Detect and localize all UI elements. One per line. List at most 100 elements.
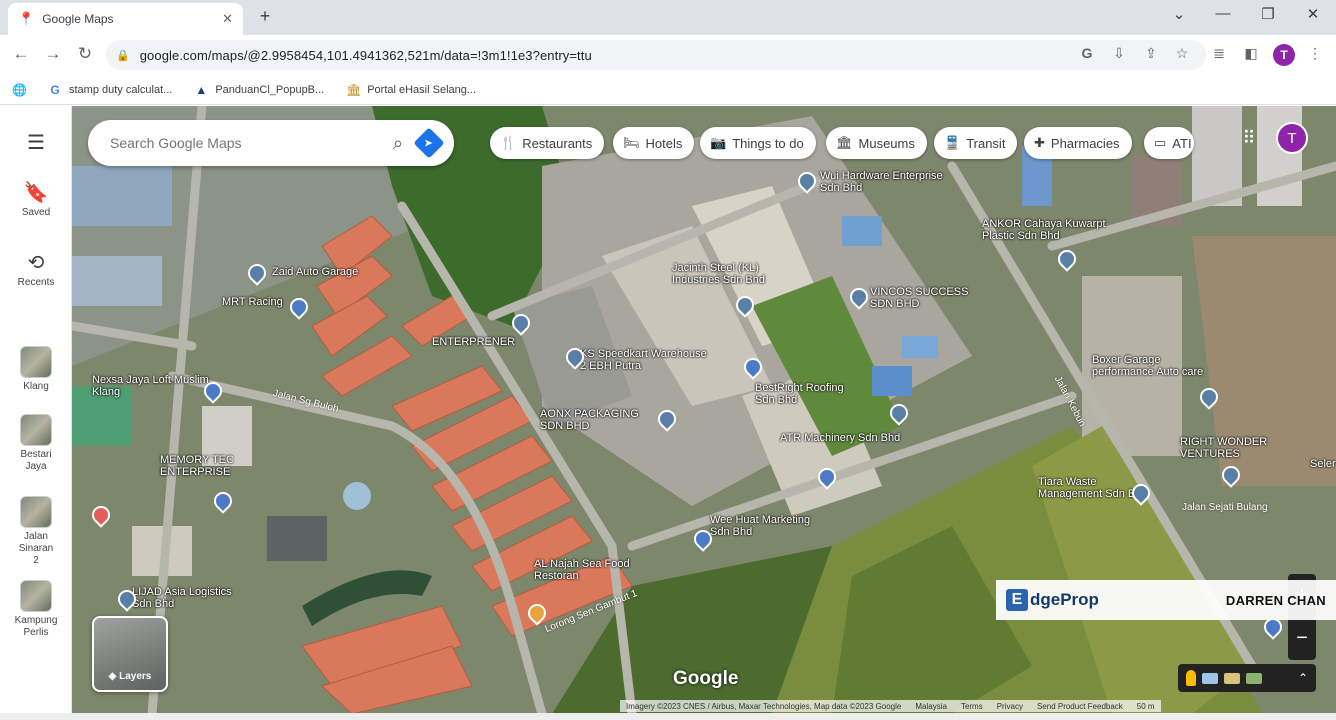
map-label[interactable]: ATR Machinery Sdn Bhd xyxy=(780,432,900,444)
map-attribution: Imagery ©2023 CNES / Airbus, Maxar Techn… xyxy=(620,700,1161,712)
place-label: Kampung Perlis xyxy=(14,615,58,638)
saved-button[interactable]: 🔖 Saved xyxy=(0,182,72,219)
google-icon: G xyxy=(50,82,60,97)
bookmark-item[interactable]: 🏛 Portal eHasil Selang... xyxy=(346,83,476,97)
search-box[interactable]: Search Google Maps ⌕ ➤ xyxy=(88,120,454,166)
street-view-bar: ⌃ xyxy=(1178,664,1316,692)
chip-label: Transit xyxy=(966,135,1006,151)
search-input[interactable]: Search Google Maps xyxy=(110,135,378,151)
zoom-out-button[interactable]: − xyxy=(1288,617,1316,660)
reload-icon[interactable]: ↻ xyxy=(74,44,96,64)
new-tab-button[interactable]: + xyxy=(254,6,276,27)
taskbar-edge xyxy=(0,713,1336,720)
install-app-icon[interactable]: ⇩ xyxy=(1108,45,1130,62)
expand-chevron-icon[interactable]: ⌃ xyxy=(1298,671,1308,685)
map-label[interactable]: MEMORY TEC ENTERPRISE xyxy=(160,454,260,478)
map-label[interactable]: ENTERPRENER xyxy=(432,336,515,348)
imagery-thumbnail[interactable] xyxy=(1202,672,1218,684)
map-label[interactable]: AL Najah Sea Food Restoran xyxy=(534,558,634,582)
bookmark-star-icon[interactable]: ☆ xyxy=(1171,45,1193,62)
close-window-button[interactable]: ✕ xyxy=(1298,5,1328,23)
browser-profile-avatar[interactable]: T xyxy=(1273,44,1295,66)
map-label[interactable]: KS Speedkart Warehouse 2 EBH Putra xyxy=(580,348,710,372)
train-icon: 🚆 xyxy=(944,135,961,150)
imagery-credit: Imagery ©2023 CNES / Airbus, Maxar Techn… xyxy=(626,701,902,711)
google-apps-icon[interactable]: ⠿ xyxy=(1238,128,1260,150)
layers-button[interactable]: ◈ Layers xyxy=(92,616,168,692)
recent-place-bestari-jaya[interactable]: Bestari Jaya xyxy=(0,414,72,473)
google-lens-icon[interactable]: G xyxy=(1076,45,1098,61)
edgeprop-logo-text: dgeProp xyxy=(1030,590,1099,609)
map-label[interactable]: Jacinth Steel (KL) Industries Sdn Bhd xyxy=(672,262,802,286)
map-label[interactable]: AONX PACKAGING SDN BHD xyxy=(540,408,660,432)
scale-label[interactable]: 50 m xyxy=(1137,702,1155,711)
pegman-icon[interactable] xyxy=(1186,670,1196,686)
reading-list-icon[interactable]: ≣ xyxy=(1208,45,1230,62)
share-icon[interactable]: ⇪ xyxy=(1140,45,1162,62)
chip-pharmacies[interactable]: ✚ Pharmacies xyxy=(1024,127,1132,159)
map-label[interactable]: Seler xyxy=(1310,458,1336,470)
chip-things-to-do[interactable]: 📷 Things to do xyxy=(700,127,816,159)
browser-menu-icon[interactable]: ⋮ xyxy=(1304,45,1326,62)
bookmark-item[interactable]: G stamp duty calculat... xyxy=(48,83,172,97)
chip-label: ATI xyxy=(1172,135,1192,151)
bookmark-icon: 🔖 xyxy=(23,182,49,204)
map-label[interactable]: BestRight Roofing Sdn Bhd xyxy=(755,382,865,406)
layers-label: ◈ Layers xyxy=(108,671,152,682)
tab-google-maps[interactable]: 📍 Google Maps ✕ xyxy=(8,3,243,35)
museum-icon: 🏛 xyxy=(836,135,853,150)
place-thumbnail xyxy=(20,414,52,446)
map-label[interactable]: LIJAD Asia Logistics Sdn Bhd xyxy=(132,586,252,610)
tab-close-icon[interactable]: ✕ xyxy=(222,11,233,27)
recent-place-kampung-perlis[interactable]: Kampung Perlis xyxy=(0,580,72,639)
map-label[interactable]: Nexsa Jaya Loft Muslim Klang xyxy=(92,374,212,398)
account-avatar[interactable]: T xyxy=(1276,122,1308,154)
history-icon: ⟲ xyxy=(27,252,45,274)
bookmark-item[interactable]: ▲ PanduanCl_PopupB... xyxy=(194,83,324,97)
bookmark-item[interactable]: 🌐 xyxy=(12,82,27,97)
bed-icon: 🛏 xyxy=(623,135,640,150)
recent-place-klang[interactable]: Klang xyxy=(0,346,72,393)
feedback-link[interactable]: Send Product Feedback xyxy=(1037,702,1123,711)
maps-side-rail: ☰ 🔖 Saved ⟲ Recents Klang Bestari Jaya J… xyxy=(0,106,72,714)
map-label[interactable]: ANKOR Cahaya Kuwarpt Plastic Sdn Bhd xyxy=(982,218,1112,242)
recents-button[interactable]: ⟲ Recents xyxy=(0,252,72,289)
chip-hotels[interactable]: 🛏 Hotels xyxy=(613,127,695,159)
minimize-button[interactable]: — xyxy=(1208,5,1238,22)
globe-icon: 🌐 xyxy=(12,82,27,97)
side-panel-icon[interactable]: ◧ xyxy=(1240,45,1262,62)
recents-label: Recents xyxy=(17,277,55,288)
terms-link[interactable]: Terms xyxy=(961,702,983,711)
chip-restaurants[interactable]: 🍴 Restaurants xyxy=(490,127,605,159)
browser-toolbar: ← → ↻ 🔒 google.com/maps/@2.9958454,101.4… xyxy=(0,35,1336,75)
chip-museums[interactable]: 🏛 Museums xyxy=(826,127,927,159)
edgeprop-logo-mark: E xyxy=(1006,589,1028,611)
back-icon[interactable]: ← xyxy=(10,44,32,64)
chip-atm[interactable]: ▭ ATI xyxy=(1144,127,1194,159)
imagery-thumbnail[interactable] xyxy=(1224,672,1240,684)
map-label[interactable]: RIGHT WONDER VENTURES xyxy=(1180,436,1290,460)
directions-icon[interactable]: ➤ xyxy=(413,127,445,159)
tab-search-icon[interactable]: ⌄ xyxy=(1164,5,1194,23)
map-label[interactable]: Zaid Auto Garage xyxy=(272,266,358,278)
address-bar[interactable]: 🔒 google.com/maps/@2.9958454,101.4941362… xyxy=(106,40,1206,70)
road-label: Jalan Sejati Bulang xyxy=(1182,502,1268,513)
forward-icon[interactable]: → xyxy=(42,44,64,64)
place-label: Klang xyxy=(23,381,49,392)
map-label[interactable]: MRT Racing xyxy=(222,296,283,308)
satellite-map[interactable]: Zaid Auto Garage MRT Racing ENTERPRENER … xyxy=(72,106,1336,714)
imagery-thumbnail[interactable] xyxy=(1246,672,1262,684)
search-icon[interactable]: ⌕ xyxy=(378,133,418,154)
privacy-link[interactable]: Privacy xyxy=(997,702,1023,711)
map-label[interactable]: Boxer Garage performance Auto care xyxy=(1092,354,1222,378)
map-label[interactable]: Wee Huat Marketing Sdn Bhd xyxy=(710,514,830,538)
bookmark-label: Portal eHasil Selang... xyxy=(367,83,477,96)
map-label[interactable]: Wui Hardware Enterprise Sdn Bhd xyxy=(820,170,950,194)
chip-transit[interactable]: 🚆 Transit xyxy=(934,127,1018,159)
map-label[interactable]: VINCOS SUCCESS SDN BHD xyxy=(870,286,990,310)
restore-button[interactable]: ❐ xyxy=(1253,5,1283,23)
region-link[interactable]: Malaysia xyxy=(915,702,947,711)
recent-place-jalan-sinaran[interactable]: Jalan Sinaran 2 xyxy=(0,496,72,567)
menu-button[interactable]: ☰ xyxy=(0,132,72,154)
edgeprop-watermark: EdgeProp DARREN CHAN xyxy=(996,580,1336,620)
